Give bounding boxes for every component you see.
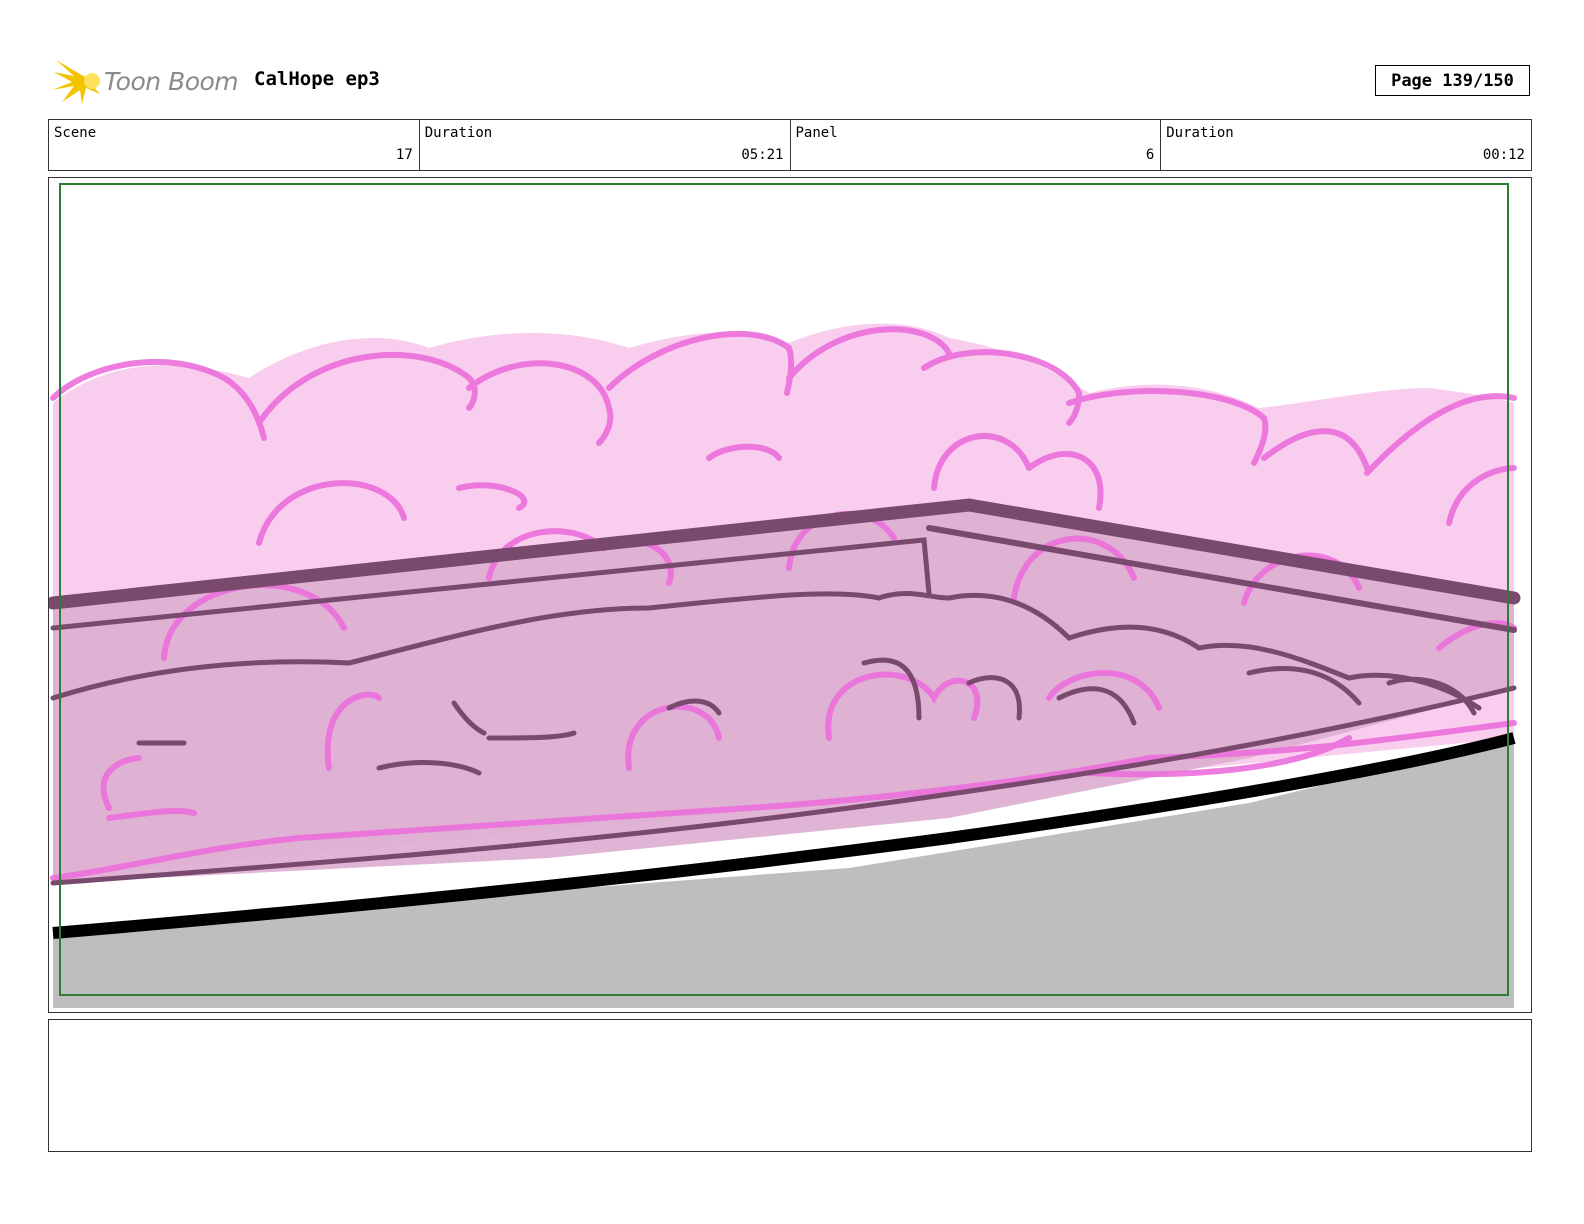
scene-duration-cell: Duration 05:21 (420, 120, 791, 170)
project-title: CalHope ep3 (254, 68, 380, 90)
scene-value: 17 (395, 147, 413, 163)
scene-duration-label: Duration (424, 125, 493, 141)
scene-info-table: Scene 17 Duration 05:21 Panel 6 Duration… (48, 119, 1532, 171)
panel-duration-label: Duration (1166, 125, 1234, 141)
panel-duration-cell: Duration 00:12 (1161, 120, 1531, 170)
page-number: Page 139/150 (1375, 65, 1530, 96)
panel-duration-value: 00:12 (1482, 147, 1525, 163)
panel-value: 6 (1145, 147, 1155, 163)
panel-drawing (49, 183, 1521, 1008)
logo-text: Toon Boom (104, 66, 239, 96)
panel-notes-box (48, 1019, 1532, 1152)
scene-duration-value: 05:21 (741, 147, 784, 163)
logo-burst-icon (52, 60, 100, 104)
panel-cell: Panel 6 (791, 120, 1162, 170)
page-number-label: Page 139/150 (1391, 70, 1514, 91)
toon-boom-logo: Toon Boom (52, 56, 239, 106)
panel-label: Panel (795, 125, 838, 141)
scene-cell: Scene 17 (49, 120, 420, 170)
scene-label: Scene (54, 125, 97, 141)
storyboard-panel (48, 177, 1532, 1013)
